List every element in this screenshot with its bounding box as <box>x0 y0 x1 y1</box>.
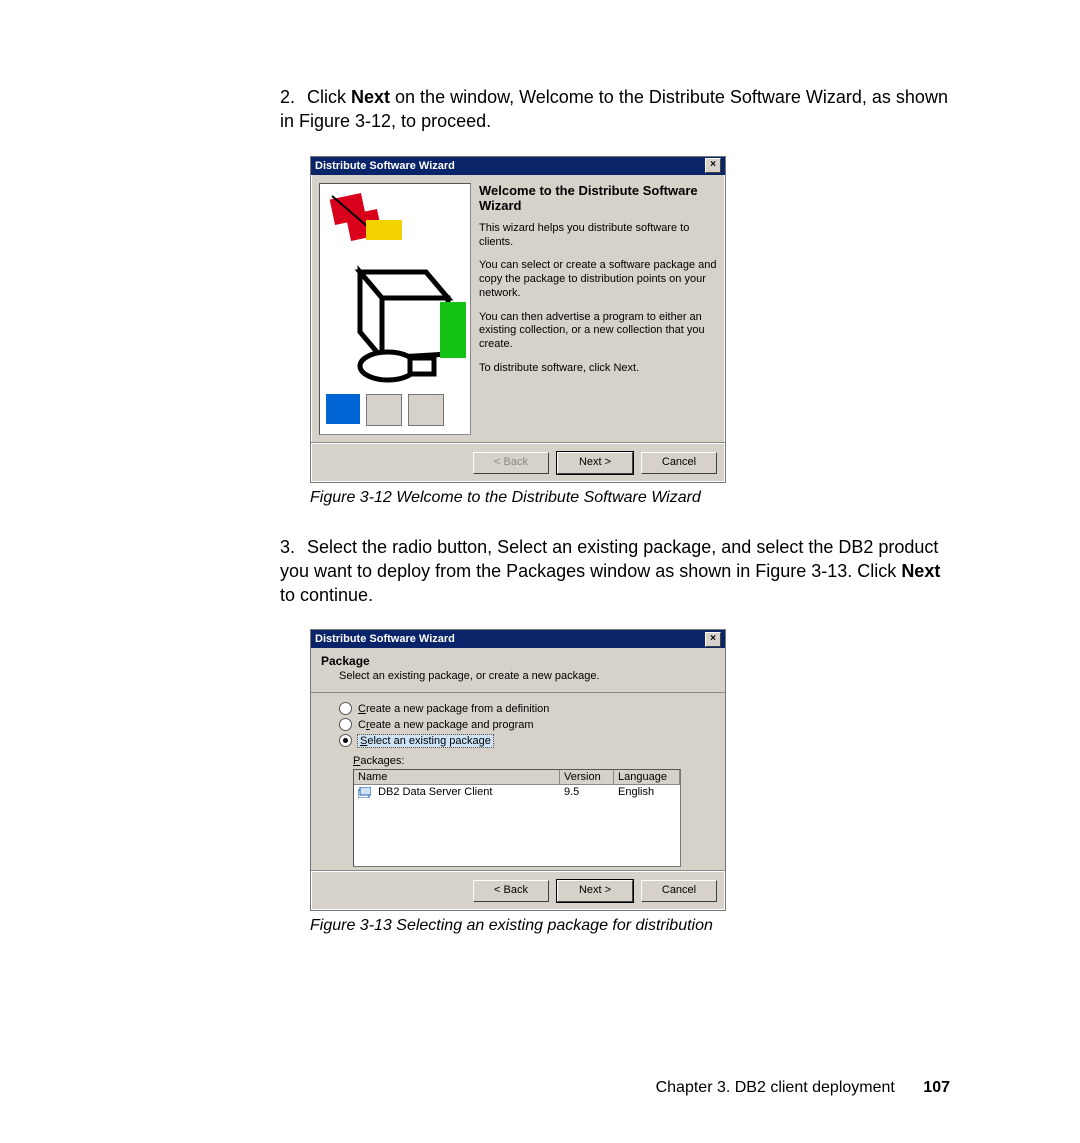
radio-create-and-program[interactable]: Create a new package and program <box>339 718 713 731</box>
yellow-block-icon <box>366 220 402 240</box>
step-2-number: 2. <box>280 85 302 109</box>
wizard2-section-subtitle: Select an existing package, or create a … <box>339 670 715 682</box>
wizard1-titlebar[interactable]: Distribute Software Wizard × <box>311 157 725 175</box>
back-button[interactable]: < Back <box>473 880 549 902</box>
package-icon <box>358 787 371 798</box>
row-language: English <box>614 785 680 799</box>
wizard2-title: Distribute Software Wizard <box>315 630 455 648</box>
blue-square-icon <box>326 394 360 424</box>
figure-3-12-caption: Figure 3-12 Welcome to the Distribute So… <box>310 489 950 507</box>
step-2: 2. Click Next on the window, Welcome to … <box>280 85 950 134</box>
step-3-bold: Next <box>901 561 940 581</box>
row-version: 9.5 <box>560 785 614 799</box>
table-row[interactable]: DB2 Data Server Client 9.5 English <box>354 785 680 799</box>
footer-page-number: 107 <box>923 1079 950 1096</box>
grey-square-icon <box>366 394 402 426</box>
page-footer: Chapter 3. DB2 client deployment 107 <box>656 1079 950 1097</box>
next-button[interactable]: Next > <box>557 452 633 474</box>
step-2-bold: Next <box>351 87 390 107</box>
wizard1-illustration <box>319 183 471 435</box>
col-name[interactable]: Name <box>354 770 560 785</box>
wizard1-button-row: < Back Next > Cancel <box>311 443 725 482</box>
radio-select-existing[interactable]: Select an existing package <box>339 734 713 747</box>
grey-square-icon <box>408 394 444 426</box>
wizard1-title: Distribute Software Wizard <box>315 157 455 175</box>
packages-table[interactable]: Name Version Language DB2 Data Server Cl… <box>353 769 681 867</box>
wizard1-p2: You can select or create a software pack… <box>479 259 717 300</box>
wizard2-section-title: Package <box>321 654 715 668</box>
close-icon[interactable]: × <box>705 158 721 173</box>
packages-label: Packages: <box>353 755 713 767</box>
step-3-text-post: to continue. <box>280 585 373 605</box>
green-block-icon <box>440 302 466 358</box>
footer-chapter: Chapter 3. DB2 client deployment <box>656 1079 895 1096</box>
wizard1-heading: Welcome to the Distribute Software Wizar… <box>479 183 717 214</box>
wizard-package-window: Distribute Software Wizard × Package Sel… <box>310 629 726 911</box>
wizard2-titlebar[interactable]: Distribute Software Wizard × <box>311 630 725 648</box>
step-2-text-pre: Click <box>307 87 351 107</box>
col-version[interactable]: Version <box>560 770 614 785</box>
step-3-number: 3. <box>280 535 302 559</box>
radio-icon[interactable] <box>339 718 352 731</box>
close-icon[interactable]: × <box>705 632 721 647</box>
wizard1-p3: You can then advertise a program to eith… <box>479 311 717 352</box>
back-button: < Back <box>473 452 549 474</box>
packages-header[interactable]: Name Version Language <box>354 770 680 785</box>
cancel-button[interactable]: Cancel <box>641 452 717 474</box>
next-button[interactable]: Next > <box>557 880 633 902</box>
radio-icon[interactable] <box>339 734 352 747</box>
step-3-text-pre: Select the radio button, Select an exist… <box>280 537 938 581</box>
col-language[interactable]: Language <box>614 770 680 785</box>
radio-label: Create a new package and program <box>358 719 534 731</box>
wizard2-button-row: < Back Next > Cancel <box>311 871 725 910</box>
step-3: 3. Select the radio button, Select an ex… <box>280 535 950 608</box>
cancel-button[interactable]: Cancel <box>641 880 717 902</box>
radio-label: Create a new package from a definition <box>358 703 549 715</box>
wizard1-p4: To distribute software, click Next. <box>479 362 717 376</box>
radio-label: Select an existing package <box>358 735 493 747</box>
radio-icon[interactable] <box>339 702 352 715</box>
figure-3-13-caption: Figure 3-13 Selecting an existing packag… <box>310 917 950 935</box>
wizard1-p1: This wizard helps you distribute softwar… <box>479 222 717 250</box>
radio-create-from-definition[interactable]: Create a new package from a definition <box>339 702 713 715</box>
wizard-welcome-window: Distribute Software Wizard × <box>310 156 726 483</box>
row-name: DB2 Data Server Client <box>378 786 492 798</box>
